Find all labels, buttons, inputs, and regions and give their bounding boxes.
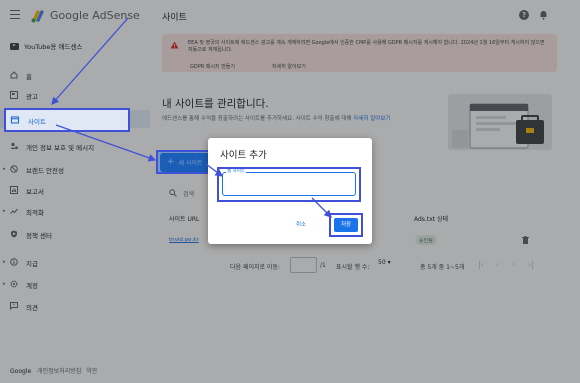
cancel-button[interactable]: 취소 bbox=[296, 220, 306, 228]
website-field-annotation-box bbox=[217, 167, 361, 202]
sites-icon bbox=[11, 116, 19, 124]
sites-annotation-label: 사이트 bbox=[28, 117, 46, 126]
app-window: Google AdSense YouTube용 애드센스 홈 광고 사이트 개인… bbox=[0, 0, 580, 383]
sites-annotation-box: 사이트 bbox=[4, 108, 130, 132]
save-annotation-box bbox=[329, 213, 363, 237]
add-site-dialog: 사이트 추가 웹 사이트 취소 저장 bbox=[208, 138, 372, 244]
add-site-annotation-box bbox=[156, 150, 215, 174]
dialog-title: 사이트 추가 bbox=[220, 150, 267, 161]
